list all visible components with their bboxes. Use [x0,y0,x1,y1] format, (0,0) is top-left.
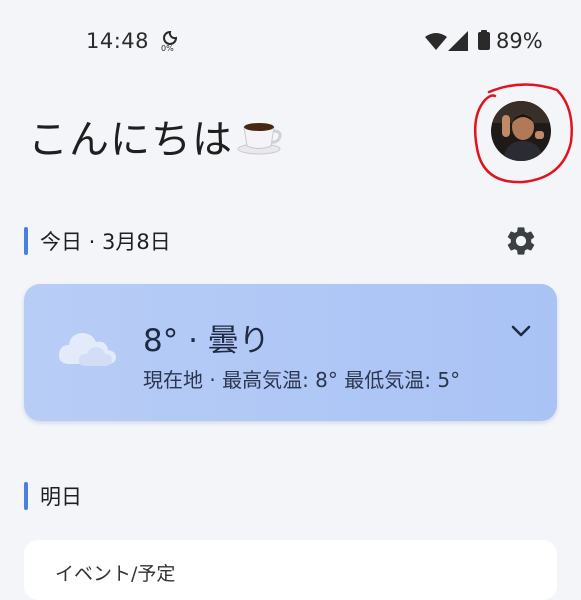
chevron-down-icon [511,325,531,337]
weather-details-text: 現在地 · 最高気温: 8° 最低気温: 5° [143,368,461,392]
cellular-signal-icon [448,31,468,51]
section-accent-bar [24,227,28,255]
wifi-icon [425,33,447,50]
data-saver-value: 0% [161,44,174,53]
section-accent-bar [24,482,28,510]
status-bar: 14:48 0% 89% [0,0,581,80]
greeting-text: こんにちは [28,117,233,163]
cloud-icon [58,333,116,366]
tomorrow-event-card[interactable]: イベント/予定 [24,540,557,600]
weather-card[interactable]: 8° · 曇り 現在地 · 最高気温: 8° 最低気温: 5° [24,284,557,421]
gear-icon [507,227,535,255]
tomorrow-label: 明日 [40,485,82,509]
weather-main-text: 8° · 曇り [143,323,270,359]
battery-icon [478,30,490,50]
profile-avatar[interactable] [491,101,551,161]
battery-percentage: 89% [496,29,543,53]
data-saver-icon: 0% [161,31,179,55]
weather-expand-button[interactable] [508,320,534,342]
status-time: 14:48 [86,29,150,53]
today-date-label: 今日 · 3月8日 [40,230,171,254]
greeting-title: こんにちは [28,107,285,165]
tomorrow-section-header: 明日 [24,481,82,511]
event-card-label: イベント/予定 [55,563,176,585]
settings-button[interactable] [504,224,538,258]
today-section-header: 今日 · 3月8日 [24,226,171,256]
coffee-icon [237,123,282,155]
